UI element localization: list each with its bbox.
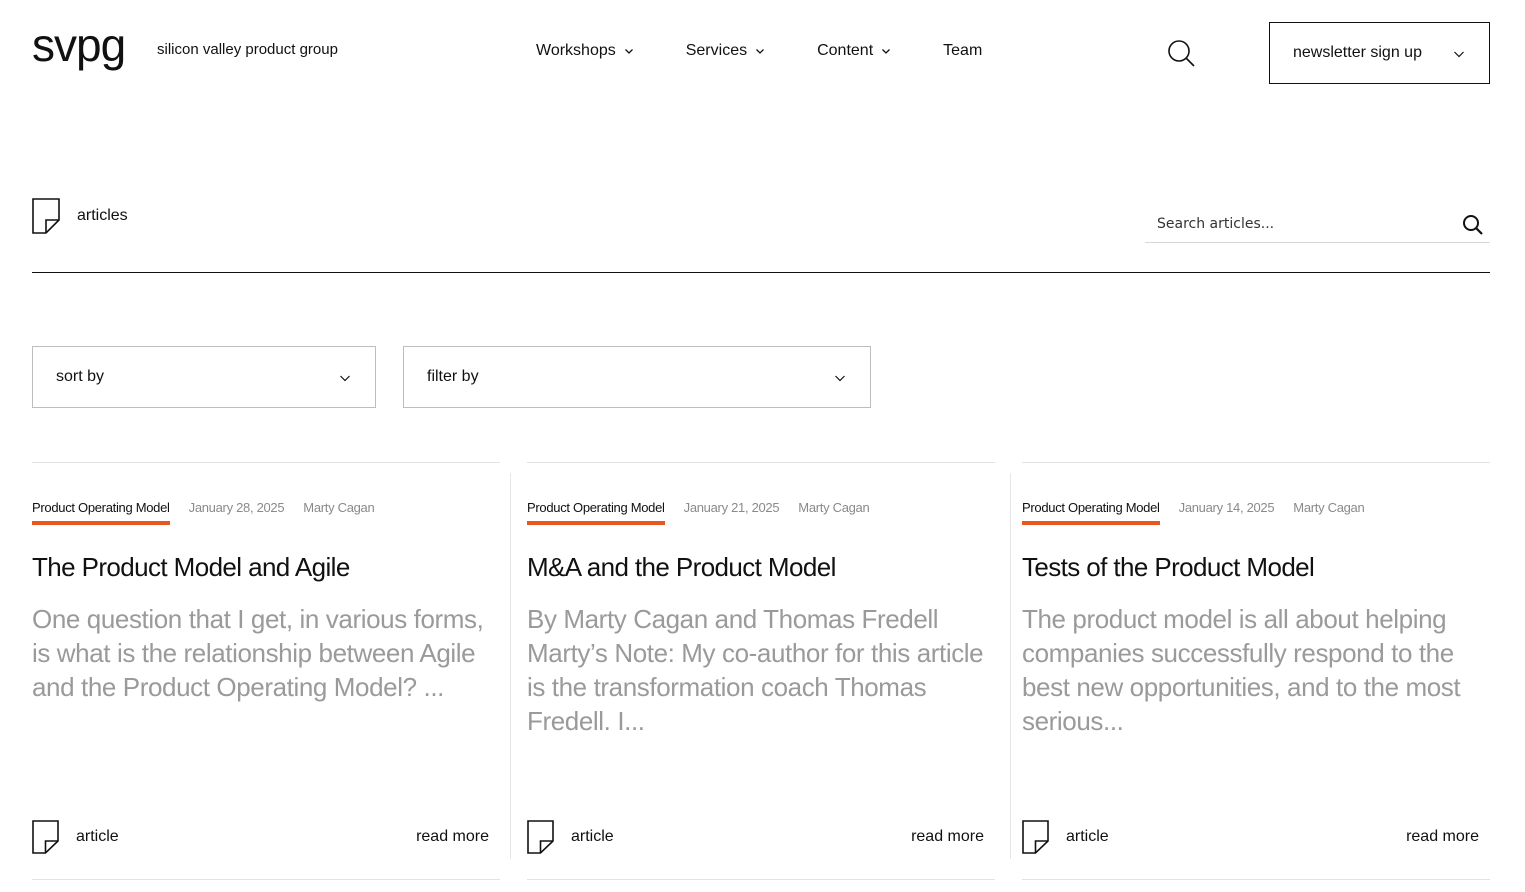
- nav-item-team[interactable]: Team: [943, 42, 982, 60]
- chevron-down-icon: [882, 49, 891, 54]
- chevron-down-icon: [624, 49, 633, 54]
- document-icon: [527, 820, 554, 854]
- article-search-box: [1145, 210, 1490, 243]
- nav-item-services[interactable]: Services: [686, 42, 765, 60]
- card-divider: [32, 462, 500, 463]
- card-divider: [32, 879, 500, 880]
- card-date: January 21, 2025: [683, 500, 780, 515]
- read-more-link[interactable]: read more: [911, 828, 984, 846]
- nav-item-label: Team: [943, 42, 983, 59]
- card-title[interactable]: M&A and the Product Model: [527, 552, 836, 583]
- card-footer: article read more: [527, 820, 984, 854]
- card-divider: [527, 462, 995, 463]
- section-divider: [32, 272, 1490, 273]
- newsletter-label: newsletter sign up: [1293, 44, 1422, 61]
- card-excerpt: The product model is all about helping c…: [1022, 604, 1461, 736]
- chevron-down-icon: [756, 49, 765, 54]
- content-type-label: article: [1066, 828, 1109, 845]
- read-more-link[interactable]: read more: [1406, 828, 1479, 846]
- article-card[interactable]: Product Operating Model January 28, 2025…: [32, 462, 500, 892]
- chevron-down-icon: [1454, 51, 1464, 58]
- category-tag[interactable]: Product Operating Model: [32, 500, 170, 525]
- card-divider: [527, 879, 995, 880]
- card-date: January 28, 2025: [188, 500, 285, 515]
- site-header: svpg silicon valley product group Worksh…: [0, 0, 1525, 110]
- category-tag[interactable]: Product Operating Model: [1022, 500, 1160, 525]
- card-title[interactable]: Tests of the Product Model: [1022, 552, 1315, 583]
- card-title[interactable]: The Product Model and Agile: [32, 552, 350, 583]
- card-author: Marty Cagan: [303, 500, 375, 515]
- section-title: articles: [77, 207, 128, 224]
- card-meta: Product Operating Model January 21, 2025…: [527, 500, 870, 525]
- card-excerpt: By Marty Cagan and Thomas Fredell Marty’…: [527, 604, 984, 736]
- nav-item-label: Services: [685, 42, 748, 59]
- main-nav: Workshops Services Content Team: [536, 42, 1034, 60]
- nav-item-label: Workshops: [536, 42, 616, 59]
- article-card[interactable]: Product Operating Model January 14, 2025…: [1022, 462, 1490, 892]
- card-divider: [1022, 879, 1490, 880]
- document-icon: [1022, 820, 1049, 854]
- sort-by-label: sort by: [56, 368, 105, 385]
- site-logo[interactable]: svpg: [32, 22, 126, 68]
- card-date: January 14, 2025: [1178, 500, 1275, 515]
- read-more-link[interactable]: read more: [416, 828, 489, 846]
- column-divider: [510, 473, 511, 859]
- card-footer: article read more: [1022, 820, 1479, 854]
- newsletter-signup-button[interactable]: newsletter sign up: [1269, 22, 1490, 84]
- card-author: Marty Cagan: [1293, 500, 1365, 515]
- chevron-down-icon: [340, 375, 350, 382]
- content-type-label: article: [76, 828, 119, 845]
- article-search-input[interactable]: [1157, 216, 1447, 232]
- sort-by-dropdown[interactable]: sort by: [32, 346, 376, 408]
- card-meta: Product Operating Model January 14, 2025…: [1022, 500, 1365, 525]
- site-tagline: silicon valley product group: [157, 41, 338, 58]
- document-icon: [32, 820, 59, 854]
- article-card[interactable]: Product Operating Model January 21, 2025…: [527, 462, 995, 892]
- nav-item-label: Content: [817, 42, 874, 59]
- card-excerpt: One question that I get, in various form…: [32, 604, 484, 702]
- card-author: Marty Cagan: [798, 500, 870, 515]
- document-icon: [32, 198, 60, 234]
- category-tag[interactable]: Product Operating Model: [527, 500, 665, 525]
- column-divider: [1010, 473, 1011, 859]
- search-icon[interactable]: [1166, 38, 1196, 68]
- card-footer: article read more: [32, 820, 489, 854]
- section-heading: articles: [32, 198, 128, 234]
- filter-by-label: filter by: [427, 368, 479, 385]
- chevron-down-icon: [835, 375, 845, 382]
- search-icon[interactable]: [1462, 214, 1484, 236]
- nav-item-content[interactable]: Content: [817, 42, 891, 60]
- card-meta: Product Operating Model January 28, 2025…: [32, 500, 375, 525]
- filter-by-dropdown[interactable]: filter by: [403, 346, 871, 408]
- nav-item-workshops[interactable]: Workshops: [536, 42, 634, 60]
- card-divider: [1022, 462, 1490, 463]
- content-type-label: article: [571, 828, 614, 845]
